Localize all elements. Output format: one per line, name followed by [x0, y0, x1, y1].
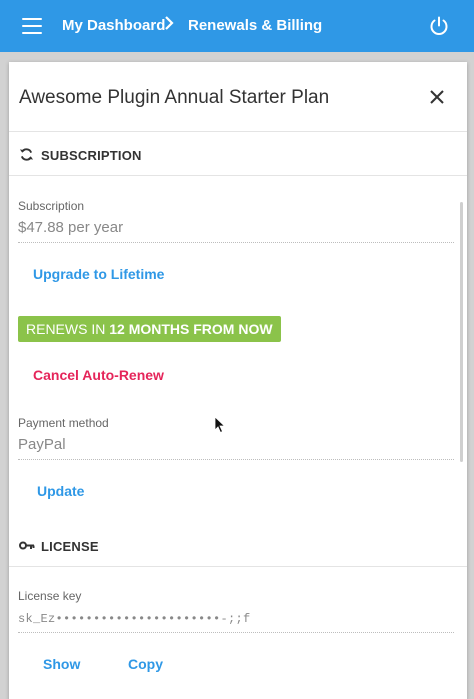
cancel-auto-renew-button[interactable]: Cancel Auto-Renew [33, 367, 164, 383]
hamburger-menu-icon[interactable] [22, 18, 42, 34]
payment-method-value: PayPal [18, 436, 454, 460]
renew-badge-value: 12 MONTHS FROM NOW [109, 321, 273, 337]
close-icon[interactable] [429, 89, 445, 105]
subscription-heading: SUBSCRIPTION [41, 148, 142, 163]
subscription-label: Subscription [18, 199, 85, 213]
card-header: Awesome Plugin Annual Starter Plan [9, 62, 467, 132]
mouse-cursor-icon [214, 416, 226, 434]
license-key-value: sk_Ez••••••••••••••••••••••-;;f [18, 612, 454, 633]
key-icon [19, 538, 35, 553]
plan-title: Awesome Plugin Annual Starter Plan [19, 87, 330, 108]
refresh-icon [19, 147, 34, 162]
license-key-label: License key [18, 589, 82, 603]
license-section-header: LICENSE [9, 523, 467, 567]
renew-status-badge: RENEWS IN 12 MONTHS FROM NOW [18, 316, 281, 342]
upgrade-to-lifetime-button[interactable]: Upgrade to Lifetime [33, 266, 164, 282]
renew-badge-prefix: RENEWS IN [26, 321, 110, 337]
chevron-right-icon [164, 15, 174, 36]
subscription-section-header: SUBSCRIPTION [9, 132, 467, 176]
copy-license-button[interactable]: Copy [128, 656, 163, 672]
plan-card: Awesome Plugin Annual Starter Plan SUBSC… [9, 62, 467, 699]
show-license-button[interactable]: Show [43, 656, 80, 672]
power-icon[interactable] [428, 15, 450, 37]
top-bar: My Dashboard Renewals & Billing [0, 0, 474, 52]
breadcrumb-renewals-billing[interactable]: Renewals & Billing [188, 17, 322, 34]
update-payment-button[interactable]: Update [37, 483, 84, 499]
subscription-value: $47.88 per year [18, 219, 454, 243]
payment-method-label: Payment method [18, 416, 109, 430]
breadcrumb-my-dashboard[interactable]: My Dashboard [62, 17, 165, 34]
license-heading: LICENSE [41, 539, 99, 554]
scrollbar[interactable] [460, 202, 463, 462]
